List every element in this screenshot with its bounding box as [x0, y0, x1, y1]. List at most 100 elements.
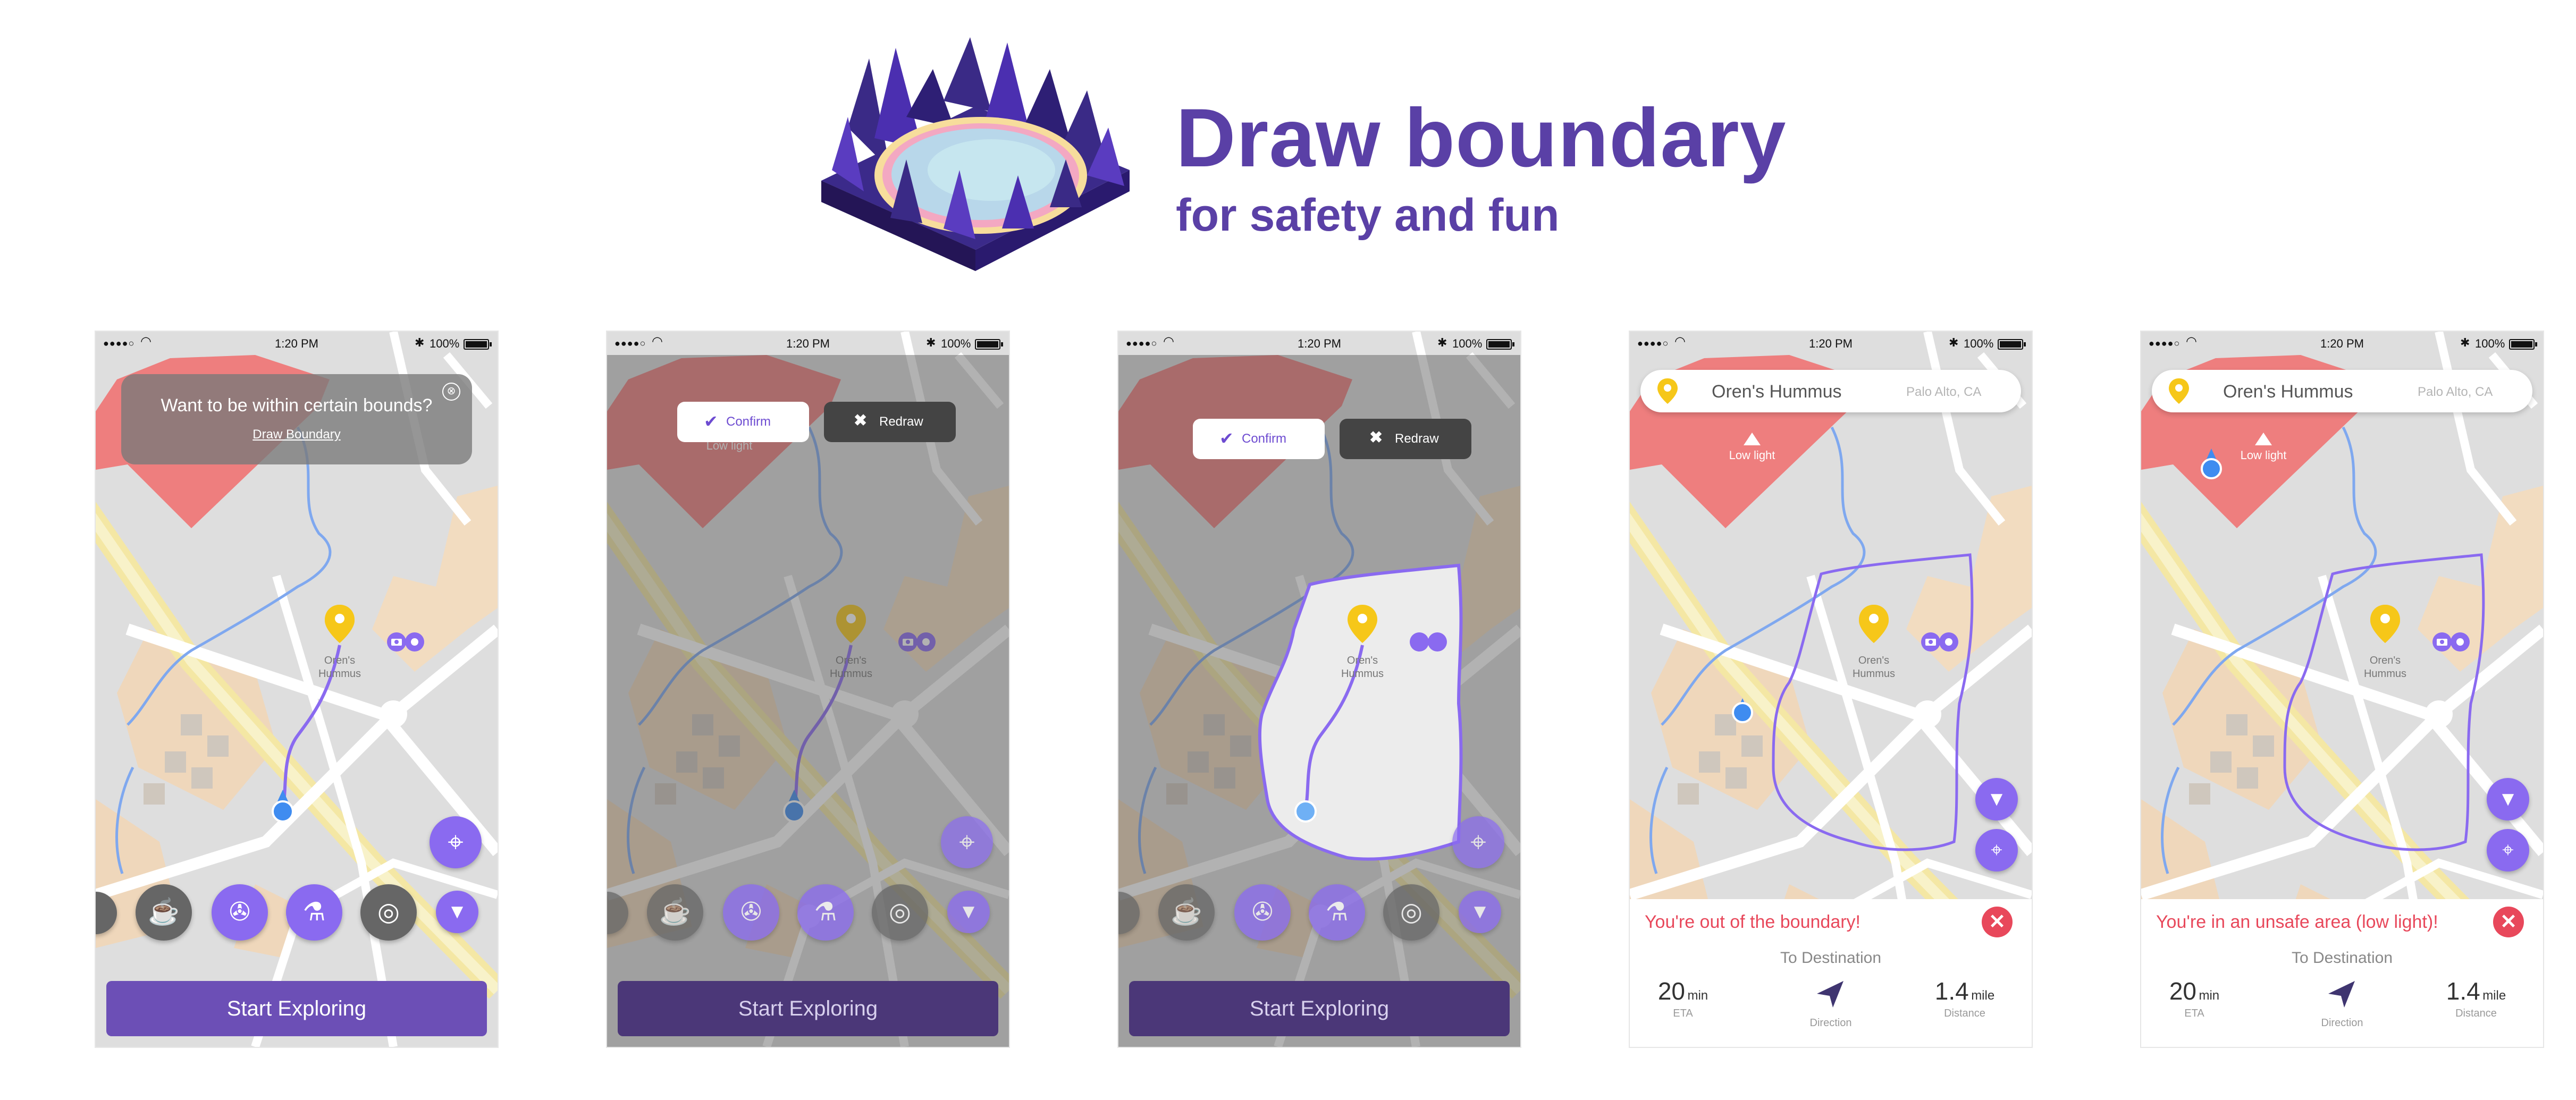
locate-button[interactable]: ⌖ [1975, 829, 2018, 871]
eta-stat: 20 min ETA [2169, 977, 2220, 1019]
draw-boundary-link[interactable]: Draw Boundary [121, 427, 472, 442]
category-cinema-button[interactable]: ✇ [1234, 884, 1291, 941]
category-partial-button[interactable] [607, 892, 628, 934]
locate-button[interactable]: ⌖ [430, 816, 482, 868]
category-row: ☕ ✇ ⚗ ◎ ▼ [1118, 879, 1520, 948]
place-name-line1: Oren's [1347, 655, 1378, 666]
coffee-cup-icon: ☕ [1171, 898, 1202, 926]
filter-button[interactable]: ▼ [436, 891, 478, 933]
zone-label: Low light [2241, 449, 2287, 462]
battery-percent: 100% [1452, 337, 1483, 350]
film-reel-icon: ✇ [1251, 898, 1274, 926]
microscope-icon: ⚗ [302, 898, 326, 926]
battery-icon [464, 339, 492, 350]
alert-text: You're out of the boundary! [1645, 912, 1861, 932]
battery-percent: 100% [2475, 337, 2505, 350]
start-exploring-button[interactable]: Start Exploring [106, 981, 487, 1036]
place-name-line1: Oren's [324, 655, 355, 666]
bluetooth-icon: ✱ [2460, 336, 2470, 349]
filter-icon: ▼ [447, 901, 467, 923]
to-destination-label: To Destination [2291, 949, 2393, 967]
vinyl-record-icon: ◎ [377, 898, 400, 926]
alert-text: You're in an unsafe area (low light)! [2156, 912, 2438, 932]
category-science-button[interactable]: ⚗ [797, 884, 854, 941]
location-pin-icon [1657, 378, 1678, 404]
category-cinema-button[interactable]: ✇ [212, 884, 268, 941]
destination-name: Oren's Hummus [1712, 382, 1842, 402]
destination-name: Oren's Hummus [2223, 382, 2353, 402]
close-icon[interactable]: ✕ [2493, 907, 2524, 937]
battery-percent: 100% [1964, 337, 1994, 350]
coffee-cup-icon: ☕ [659, 898, 691, 926]
location-pin-icon [2169, 378, 2189, 404]
film-reel-icon: ✇ [229, 898, 251, 926]
boundary-alert: You're out of the boundary! ✕ [1630, 899, 2032, 945]
status-bar: ●●●●○ ◠ 1:20 PM ✱ 100% [607, 332, 1009, 355]
direction-stat: Direction [2321, 1017, 2363, 1029]
confirm-button[interactable]: ✔ Confirm [1193, 419, 1325, 459]
screen-unsafe-area: Low light Oren's Hummus ●●●●○ ◠ 1:20 PM … [2141, 332, 2543, 1047]
film-reel-icon: ✇ [740, 898, 762, 926]
close-icon: ✖ [1369, 429, 1383, 446]
crosshair-icon: ⌖ [2502, 839, 2514, 861]
category-music-button[interactable]: ◎ [872, 884, 928, 941]
crosshair-icon: ⌖ [1991, 839, 2002, 861]
redraw-button[interactable]: ✖ Redraw [1340, 419, 1471, 459]
category-science-button[interactable]: ⚗ [1309, 884, 1365, 941]
category-music-button[interactable]: ◎ [1383, 884, 1439, 941]
distance-stat: 1.4 mile Distance [1934, 977, 1995, 1019]
place-name-line1: Oren's [1858, 655, 1889, 666]
category-cafe-button[interactable]: ☕ [647, 884, 703, 941]
filter-button[interactable]: ▼ [947, 891, 990, 933]
destination-search-bar[interactable]: Oren's Hummus Palo Alto, CA [1640, 370, 2021, 412]
filter-button[interactable]: ▼ [2487, 778, 2529, 820]
microscope-icon: ⚗ [1325, 898, 1349, 926]
confirm-button[interactable]: ✔ Confirm [677, 402, 809, 442]
hero-title: Draw boundary [1176, 92, 1787, 184]
start-exploring-button[interactable]: Start Exploring [1129, 981, 1510, 1036]
battery-percent: 100% [430, 337, 460, 350]
zone-label: Low light [1729, 449, 1775, 462]
close-icon[interactable]: ✕ [1982, 907, 2013, 937]
status-bar: ●●●●○ ◠ 1:20 PM ✱ 100% [2141, 332, 2543, 355]
destination-search-bar[interactable]: Oren's Hummus Palo Alto, CA [2152, 370, 2532, 412]
place-name-line2: Hummus [1341, 668, 1384, 680]
locate-button[interactable]: ⌖ [941, 816, 993, 868]
redraw-button[interactable]: ✖ Redraw [824, 402, 956, 442]
start-exploring-button[interactable]: Start Exploring [618, 981, 998, 1036]
category-music-button[interactable]: ◎ [360, 884, 417, 941]
navigation-arrow-icon [2328, 981, 2355, 1008]
locate-button[interactable]: ⌖ [1452, 816, 1504, 868]
category-science-button[interactable]: ⚗ [286, 884, 342, 941]
filter-button[interactable]: ▼ [1459, 891, 1501, 933]
category-row: ☕ ✇ ⚗ ◎ ▼ [96, 879, 498, 948]
place-name-line2: Hummus [1853, 668, 1895, 680]
crosshair-icon: ⌖ [1470, 827, 1486, 858]
category-row: ☕ ✇ ⚗ ◎ ▼ [607, 879, 1009, 948]
status-bar: ●●●●○ ◠ 1:20 PM ✱ 100% [96, 332, 498, 355]
coffee-cup-icon: ☕ [148, 898, 180, 926]
place-name-line2: Hummus [2364, 668, 2406, 680]
category-partial-button[interactable] [96, 892, 117, 934]
to-destination-label: To Destination [1780, 949, 1882, 967]
hero-subtitle: for safety and fun [1176, 190, 1560, 241]
bluetooth-icon: ✱ [1437, 336, 1447, 349]
eta-stat: 20 min ETA [1657, 977, 1708, 1019]
battery-icon [975, 339, 1003, 350]
place-name-line2: Hummus [318, 668, 361, 680]
category-cafe-button[interactable]: ☕ [1158, 884, 1215, 941]
tooltip-question: Want to be within certain bounds? [161, 395, 433, 416]
unsafe-area-alert: You're in an unsafe area (low light)! ✕ [2141, 899, 2543, 945]
direction-stat: Direction [1809, 1017, 1852, 1029]
locate-button[interactable]: ⌖ [2487, 829, 2529, 871]
bluetooth-icon: ✱ [926, 336, 936, 349]
battery-icon [1486, 339, 1514, 350]
bluetooth-icon: ✱ [1949, 336, 1959, 349]
category-partial-button[interactable] [1118, 892, 1140, 934]
category-cinema-button[interactable]: ✇ [723, 884, 779, 941]
category-cafe-button[interactable]: ☕ [136, 884, 192, 941]
destination-location: Palo Alto, CA [1906, 385, 1982, 399]
filter-button[interactable]: ▼ [1975, 778, 2018, 820]
check-icon: ✔ [1219, 429, 1234, 448]
vinyl-record-icon: ◎ [889, 898, 911, 926]
